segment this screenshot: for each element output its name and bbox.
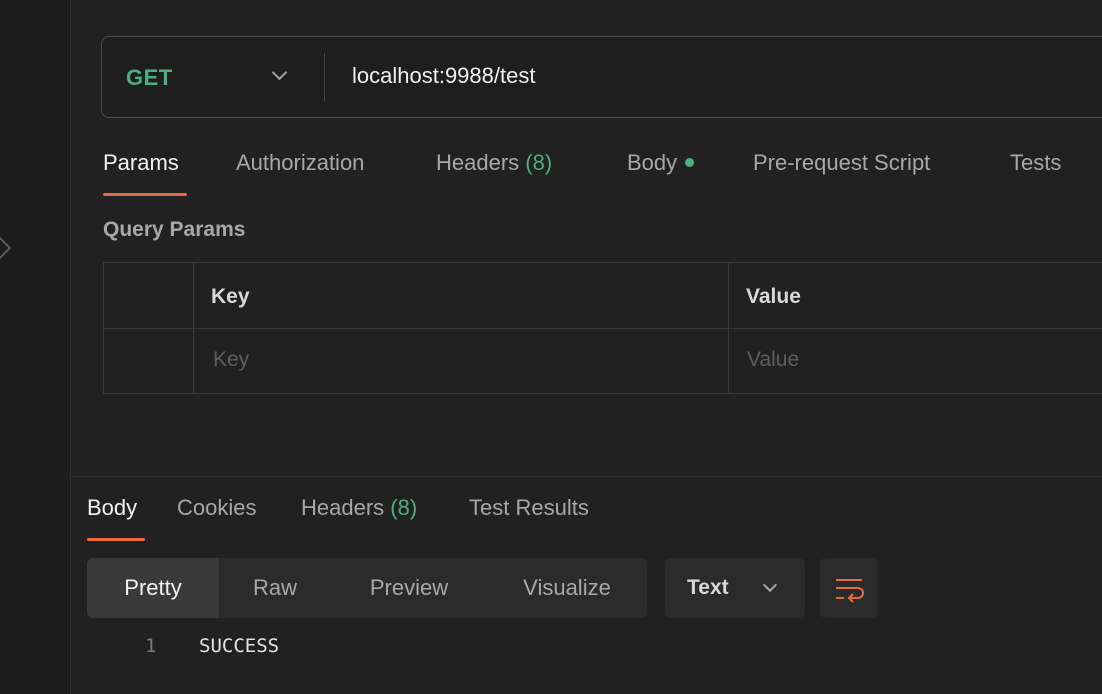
- key-input[interactable]: Key: [213, 348, 249, 372]
- query-params-title: Query Params: [103, 218, 246, 241]
- column-header-key: Key: [211, 285, 250, 308]
- headers-count: (8): [525, 150, 553, 175]
- chevron-down-icon[interactable]: [271, 64, 288, 81]
- mode-raw[interactable]: Raw: [219, 558, 331, 618]
- tab-label: Tests: [1010, 150, 1062, 175]
- tab-label: Cookies: [177, 495, 257, 520]
- mode-preview[interactable]: Preview: [331, 558, 487, 618]
- tab-label: Params: [103, 150, 179, 175]
- tab-label: Test Results: [469, 495, 589, 520]
- tab-pre-request-script[interactable]: Pre-request Script: [753, 150, 930, 176]
- active-tab-underline: [103, 193, 187, 196]
- view-mode-segmented-control: Pretty Raw Preview Visualize: [87, 558, 647, 618]
- tab-label: Headers: [436, 150, 520, 175]
- status-dot-icon: [685, 157, 695, 167]
- tab-label: Pre-request Script: [753, 150, 931, 175]
- tab-authorization[interactable]: Authorization: [236, 150, 364, 176]
- tab-label: Authorization: [236, 150, 365, 175]
- wrap-lines-button[interactable]: [820, 558, 878, 618]
- divider: [324, 53, 325, 101]
- headers-count: (8): [390, 495, 418, 520]
- chevron-down-icon: [762, 577, 778, 593]
- tab-test-results[interactable]: Test Results: [469, 495, 589, 521]
- format-select[interactable]: Text: [665, 558, 805, 618]
- query-params-table: Key Value Key Value: [103, 262, 1102, 394]
- value-input[interactable]: Value: [747, 348, 799, 372]
- tab-label: Headers: [301, 495, 385, 520]
- tab-cookies[interactable]: Cookies: [177, 495, 256, 521]
- tab-response-body[interactable]: Body: [87, 495, 137, 521]
- left-sidebar: [0, 0, 71, 694]
- response-text: SUCCESS: [199, 635, 280, 657]
- response-pane-divider[interactable]: [71, 476, 1102, 477]
- line-number: 1: [145, 635, 157, 657]
- tab-label: Body: [627, 150, 678, 175]
- tab-label: Body: [87, 495, 138, 520]
- chevron-right-icon[interactable]: [0, 236, 12, 260]
- method-select[interactable]: GET: [126, 65, 173, 91]
- tab-response-headers[interactable]: Headers (8): [301, 495, 417, 521]
- tab-tests[interactable]: Tests: [1010, 150, 1061, 176]
- active-tab-underline: [87, 538, 145, 541]
- tab-headers[interactable]: Headers (8): [436, 150, 552, 176]
- request-url-bar: GET localhost:9988/test: [101, 36, 1102, 118]
- tab-params[interactable]: Params: [103, 150, 179, 176]
- wrap-lines-icon: [836, 579, 864, 603]
- row-divider: [104, 328, 1102, 329]
- tab-body[interactable]: Body: [627, 150, 695, 176]
- mode-visualize[interactable]: Visualize: [487, 558, 647, 618]
- url-input[interactable]: localhost:9988/test: [352, 63, 535, 89]
- format-label: Text: [687, 576, 729, 599]
- mode-pretty[interactable]: Pretty: [87, 558, 219, 618]
- column-header-value: Value: [746, 285, 801, 308]
